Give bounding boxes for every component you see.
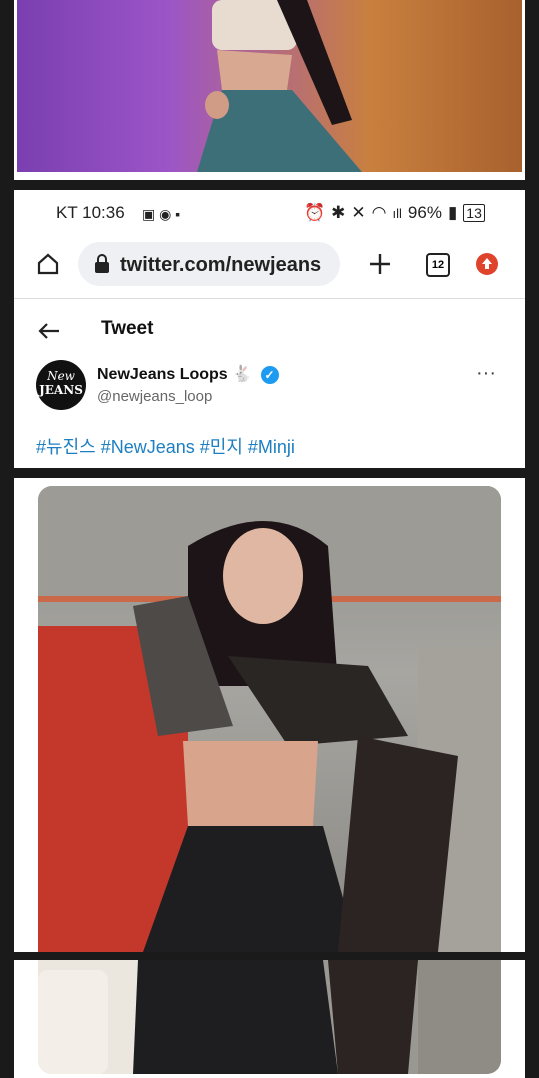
mute-icon: ✕ (351, 203, 366, 222)
lock-icon (95, 254, 109, 273)
status-time: KT 10:36 (56, 203, 125, 222)
back-arrow-icon[interactable] (38, 322, 60, 340)
browser-toolbar: twitter.com/newjeans 12 (14, 238, 525, 290)
tweet-header: Tweet (14, 310, 525, 350)
tweet-author[interactable]: New JEANS NewJeans Loops 🐇 ✓ @newjeans_l… (34, 360, 514, 414)
dancer-photo (38, 486, 501, 952)
dancer-scene (38, 486, 501, 952)
author-name: NewJeans Loops (97, 366, 228, 383)
wifi-icon: ◠ (371, 203, 387, 222)
phone-screenshot: KT 10:36 ▣ ◉ ▪ ⏰ ✱ ✕ ◠ ıll 96% ▮ 13 twit… (14, 190, 525, 468)
dancer-photo-panel (14, 478, 525, 952)
address-bar[interactable]: twitter.com/newjeans (78, 242, 340, 286)
tab-switcher-button[interactable]: 12 (426, 253, 450, 277)
status-right: ⏰ ✱ ✕ ◠ ıll 96% ▮ 13 (304, 203, 485, 223)
battery-level: 96% (407, 203, 442, 222)
url-text: twitter.com/newjeans (120, 254, 322, 276)
new-tab-icon[interactable] (368, 252, 392, 276)
notification-icons: ▣ ◉ ▪ (142, 206, 181, 222)
page-count-badge: 13 (463, 204, 485, 222)
signal-icon: ıll (392, 205, 402, 221)
more-options-icon[interactable]: ··· (476, 362, 496, 385)
top-photo-panel (14, 0, 525, 180)
avatar-text-top: New (47, 369, 75, 383)
verified-badge-icon: ✓ (260, 365, 279, 384)
dancer-photo-bottom-panel (14, 960, 525, 1078)
rabbit-icon: 🐇 (232, 366, 253, 383)
home-icon[interactable] (36, 252, 60, 276)
dancer-photo-top (17, 0, 522, 172)
page-title: Tweet (101, 318, 154, 339)
status-bar: KT 10:36 ▣ ◉ ▪ ⏰ ✱ ✕ ◠ ıll 96% ▮ 13 (14, 190, 525, 232)
dancer-photo-bottom (38, 960, 501, 1074)
author-handle: @newjeans_loop (97, 388, 213, 405)
alarm-icon: ⏰ (304, 203, 326, 222)
dancer-figure (197, 0, 362, 172)
bluetooth-icon: ✱ (331, 203, 346, 222)
record-icon[interactable] (475, 252, 499, 276)
tweet-hashtags[interactable]: #뉴진스 #NewJeans #민지 #Minji (36, 433, 295, 459)
dancer-scene-bottom (38, 960, 501, 1074)
battery-icon: ▮ (447, 203, 458, 222)
toolbar-divider (14, 298, 525, 299)
author-name-row: NewJeans Loops 🐇 ✓ (97, 364, 279, 384)
avatar-text-bottom: JEANS (39, 383, 83, 397)
avatar[interactable]: New JEANS (36, 360, 86, 410)
